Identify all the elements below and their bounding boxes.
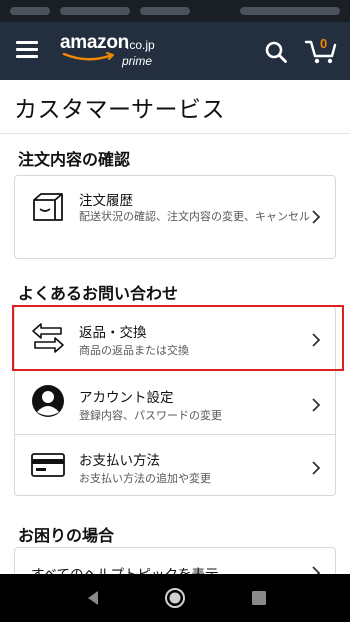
- row-title: お支払い方法: [79, 453, 160, 469]
- section-title-orders: 注文内容の確認: [18, 150, 131, 169]
- smile-icon: [62, 52, 114, 61]
- orders-card: 注文履歴 配送状況の確認、注文内容の変更、キャンセル: [14, 175, 336, 259]
- status-blur: [140, 7, 190, 15]
- status-blur: [240, 7, 340, 15]
- list-item-order-history[interactable]: 注文履歴 配送状況の確認、注文内容の変更、キャンセル: [15, 176, 335, 258]
- status-bar: [0, 0, 350, 22]
- logo-text: amazon: [60, 32, 129, 53]
- app-header: amazon .co.jp prime 0: [0, 22, 350, 80]
- row-title: アカウント設定: [79, 390, 174, 406]
- row-subtitle: お支払い方法の追加や変更: [79, 472, 211, 485]
- status-blur: [10, 7, 50, 15]
- list-item-payment-methods[interactable]: お支払い方法 お支払い方法の追加や変更: [15, 434, 335, 496]
- logo-prime: prime: [122, 54, 153, 68]
- chevron-right-icon: [312, 210, 321, 224]
- box-icon: [33, 193, 63, 221]
- amazon-logo[interactable]: amazon .co.jp prime: [60, 32, 170, 72]
- chevron-right-icon: [312, 461, 321, 475]
- back-icon[interactable]: [86, 590, 100, 606]
- search-icon[interactable]: [264, 40, 288, 64]
- system-nav-bar: [0, 574, 350, 622]
- cart-count-badge: 0: [320, 36, 328, 51]
- row-subtitle: 登録内容、パスワードの変更: [79, 409, 222, 422]
- highlight-box: [12, 305, 344, 371]
- list-item-account-settings[interactable]: アカウント設定 登録内容、パスワードの変更: [15, 370, 335, 434]
- page-title: カスタマーサービス: [14, 97, 226, 123]
- chevron-right-icon: [312, 398, 321, 412]
- account-icon: [32, 385, 64, 417]
- status-blur: [60, 7, 130, 15]
- row-title: 注文履歴: [79, 193, 133, 209]
- home-icon[interactable]: [164, 587, 186, 609]
- menu-icon[interactable]: [16, 41, 38, 59]
- section-title-faq: よくあるお問い合わせ: [18, 284, 179, 303]
- divider: [0, 133, 350, 134]
- row-subtitle: 配送状況の確認、注文内容の変更、キャンセル: [79, 210, 310, 223]
- section-title-help: お困りの場合: [18, 526, 115, 545]
- logo-domain: .co.jp: [126, 38, 155, 52]
- recent-apps-icon[interactable]: [252, 591, 266, 605]
- cart-icon[interactable]: 0: [304, 36, 340, 66]
- credit-card-icon: [31, 453, 65, 477]
